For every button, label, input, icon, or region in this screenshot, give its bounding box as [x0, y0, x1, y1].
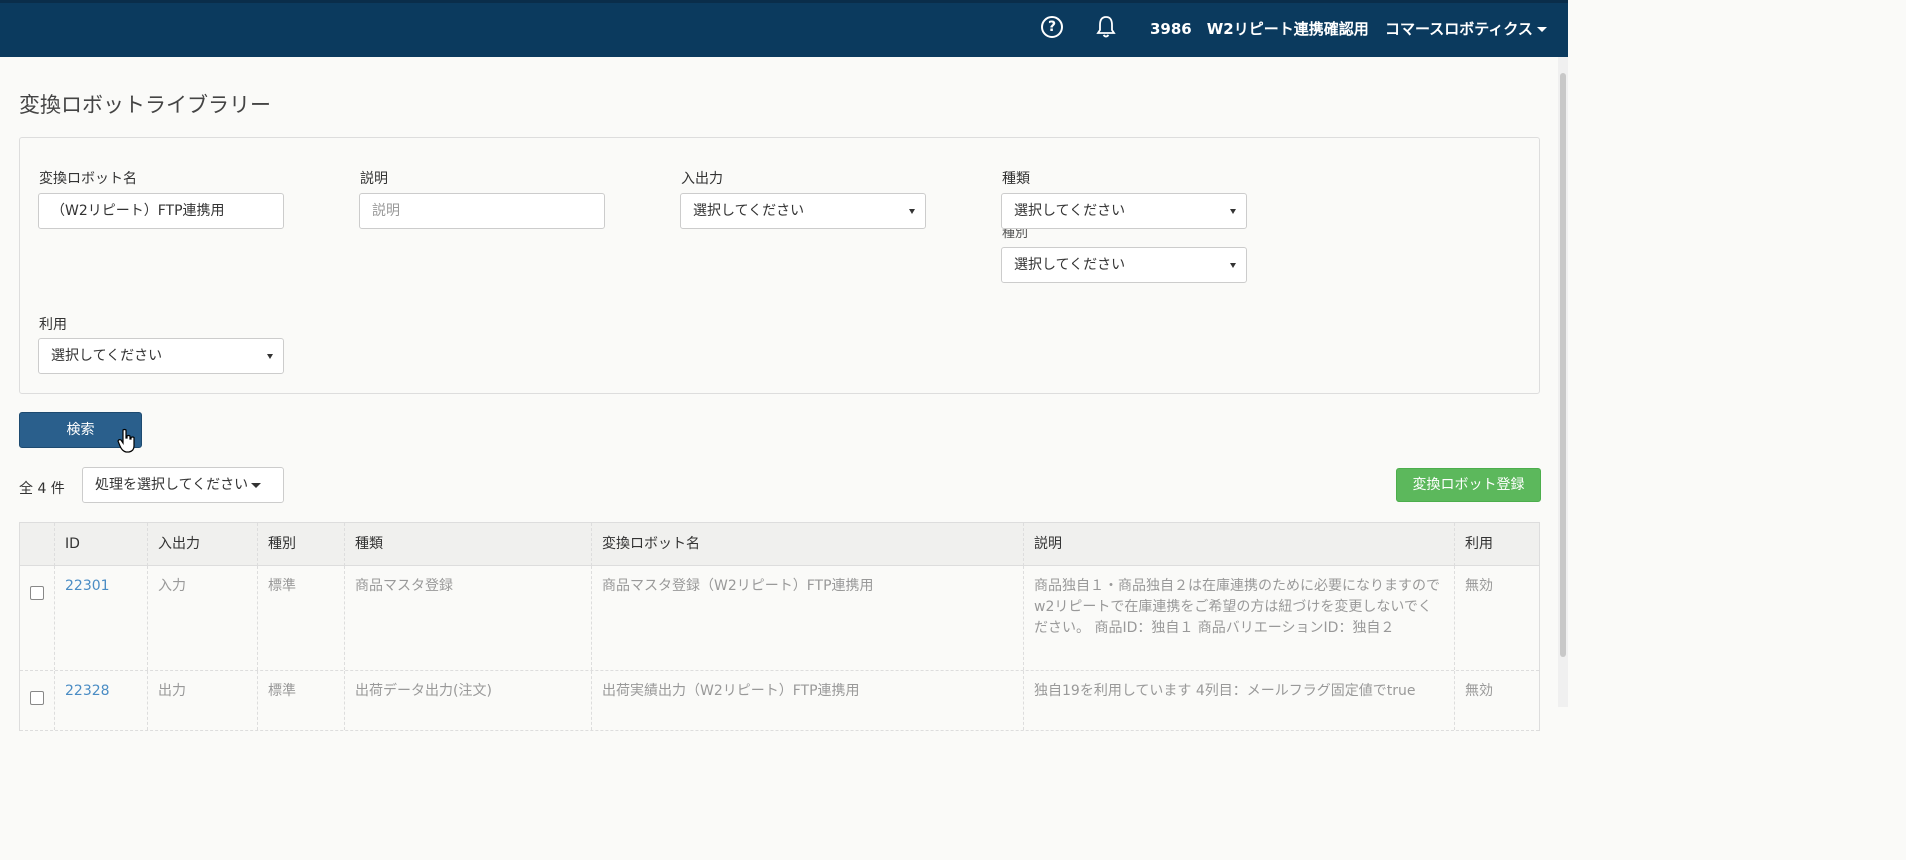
col-header-kind[interactable]: 種類	[345, 523, 592, 566]
cell-usage: 無効	[1465, 683, 1493, 699]
cell-id: 22328	[55, 671, 148, 730]
checkbox-header	[20, 523, 55, 566]
kind-select[interactable]: 選択してください	[1001, 193, 1247, 229]
filter-panel: 変換ロボット名 （W2リピート）FTP連携用 説明 説明 入出力 選択してくださ…	[19, 137, 1540, 394]
select-arrow-icon	[1230, 209, 1236, 214]
total-count: 全 4 件	[19, 481, 65, 497]
question-circle-icon[interactable]: ?	[1041, 16, 1063, 38]
cell-kind: 出荷データ出力(注文)	[345, 671, 592, 730]
description-label: 説明	[360, 171, 388, 187]
scrollbar[interactable]	[1558, 57, 1568, 707]
col-header-type[interactable]: 種別	[258, 523, 345, 566]
bell-icon[interactable]	[1095, 14, 1117, 40]
type-select-value: 選択してください	[1014, 257, 1126, 273]
robot-table: ID 入出力 種別 種類 変換ロボット名 説明 利用 22301 入力 標準 商…	[19, 522, 1540, 731]
io-select-value: 選択してください	[693, 203, 805, 219]
robot-name-label: 変換ロボット名	[39, 171, 137, 187]
robot-name-input[interactable]: （W2リピート）FTP連携用	[38, 193, 284, 229]
cell-type: 標準	[258, 671, 345, 730]
usage-label: 利用	[39, 317, 67, 333]
kind-select-value: 選択してください	[1014, 203, 1126, 219]
company-menu[interactable]: コマースロボティクス	[1385, 18, 1547, 39]
cell-description: 商品独自１・商品独自２は在庫連携のために必要になりますので w2リピートで在庫連…	[1024, 566, 1455, 670]
cell-name: 出荷実績出力（W2リピート）FTP連携用	[592, 671, 1024, 730]
io-select[interactable]: 選択してください	[680, 193, 926, 229]
type-select[interactable]: 選択してください	[1001, 247, 1247, 283]
cell-type: 標準	[258, 566, 345, 670]
bulk-action-dropdown[interactable]: 処理を選択してください	[82, 467, 284, 503]
chevron-down-icon	[1536, 27, 1547, 32]
row-checkbox[interactable]	[30, 691, 44, 705]
usage-select-value: 選択してください	[51, 348, 163, 364]
select-arrow-icon	[909, 209, 915, 214]
bulk-action-label: 処理を選択してください	[95, 477, 249, 493]
select-arrow-icon	[1230, 263, 1236, 268]
scrollbar-thumb[interactable]	[1560, 73, 1566, 657]
description-input[interactable]: 説明	[359, 193, 605, 229]
account-label[interactable]: 3986 W2リピート連携確認用	[1150, 18, 1369, 39]
select-arrow-icon	[267, 354, 273, 359]
row-checkbox-cell	[20, 671, 55, 730]
page-title: 変換ロボットライブラリー	[19, 93, 271, 117]
cell-io: 入力	[148, 566, 258, 670]
company-name: コマースロボティクス	[1385, 20, 1533, 38]
cell-io: 出力	[148, 671, 258, 730]
cell-description: 独自19を利用しています 4列目：メールフラグ固定値でtrue	[1024, 671, 1455, 730]
col-header-usage[interactable]: 利用	[1455, 523, 1541, 566]
cell-id: 22301	[55, 566, 148, 670]
usage-select[interactable]: 選択してください	[38, 338, 284, 374]
chevron-down-icon	[251, 482, 262, 488]
io-label: 入出力	[681, 171, 723, 187]
table-header: ID 入出力 種別 種類 変換ロボット名 説明 利用	[20, 523, 1539, 566]
cell-usage: 無効	[1465, 578, 1493, 594]
cell-kind: 商品マスタ登録	[345, 566, 592, 670]
cell-name: 商品マスタ登録（W2リピート）FTP連携用	[592, 566, 1024, 670]
top-navbar: ? 3986 W2リピート連携確認用 コマースロボティクス	[0, 0, 1568, 57]
hand-cursor-icon	[117, 428, 135, 453]
row-checkbox-cell	[20, 566, 55, 670]
col-header-id[interactable]: ID	[55, 523, 148, 566]
row-checkbox[interactable]	[30, 586, 44, 600]
col-header-name[interactable]: 変換ロボット名	[592, 523, 1024, 566]
col-header-description[interactable]: 説明	[1024, 523, 1455, 566]
table-row: 22328 出力 標準 出荷データ出力(注文) 出荷実績出力（W2リピート）FT…	[20, 671, 1539, 731]
table-row: 22301 入力 標準 商品マスタ登録 商品マスタ登録（W2リピート）FTP連携…	[20, 566, 1539, 671]
row-id-link[interactable]: 22301	[65, 578, 110, 594]
kind-label: 種類	[1002, 171, 1030, 187]
register-robot-button[interactable]: 変換ロボット登録	[1396, 468, 1541, 502]
row-id-link[interactable]: 22328	[65, 683, 110, 699]
col-header-io[interactable]: 入出力	[148, 523, 258, 566]
